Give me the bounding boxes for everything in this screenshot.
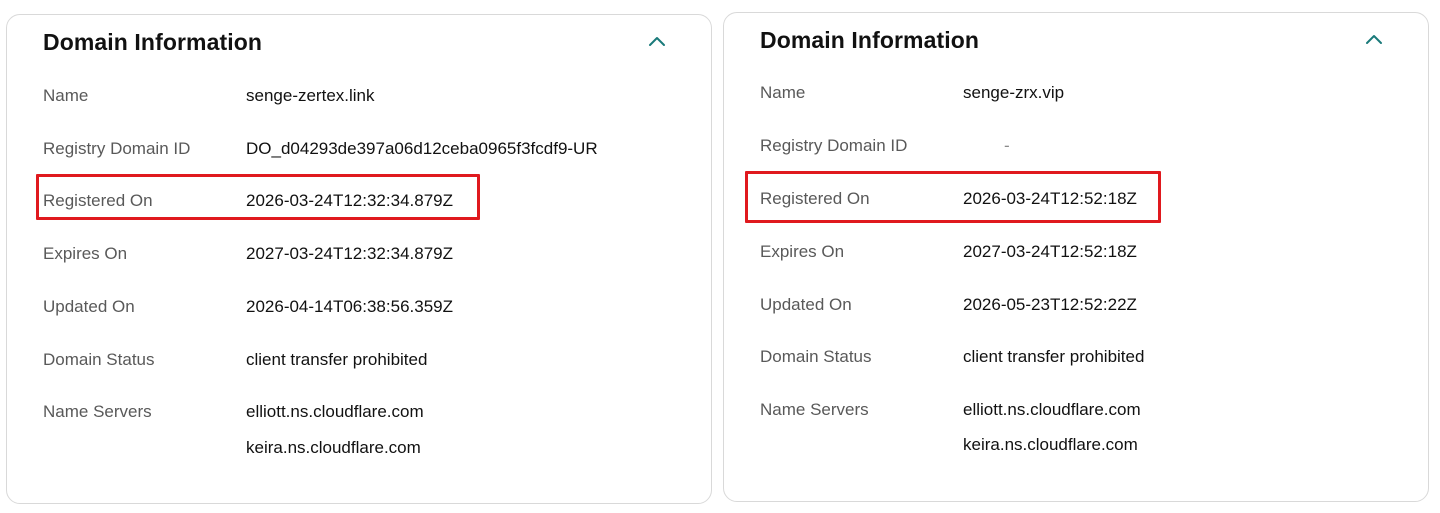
domain-info-card-left: Domain Information Name senge-zertex.lin… — [6, 14, 712, 504]
updated-on-label: Updated On — [43, 297, 135, 316]
card-title: Domain Information — [760, 27, 980, 53]
updated-on-label: Updated On — [760, 295, 852, 314]
name-server-2: keira.ns.cloudflare.com — [246, 438, 421, 457]
name-server-2: keira.ns.cloudflare.com — [963, 435, 1138, 454]
updated-on-value: 2026-05-23T12:52:22Z — [963, 295, 1137, 314]
registered-on-label: Registered On — [43, 191, 153, 210]
domain-status-label: Domain Status — [43, 350, 155, 369]
domain-status-value: client transfer prohibited — [963, 347, 1145, 366]
name-servers-label: Name Servers — [43, 402, 152, 421]
registry-domain-id-value: - — [1004, 136, 1010, 155]
registered-on-value: 2026-03-24T12:52:18Z — [963, 189, 1137, 208]
domain-status-value: client transfer prohibited — [246, 350, 428, 369]
registry-domain-id-value: DO_d04293de397a06d12ceba0965f3fcdf9-UR — [246, 139, 598, 158]
name-label: Name — [760, 83, 806, 102]
registry-domain-id-label: Registry Domain ID — [43, 139, 191, 158]
card-title: Domain Information — [43, 29, 263, 55]
collapse-button[interactable] — [1362, 29, 1386, 49]
registered-on-value: 2026-03-24T12:32:34.879Z — [246, 191, 453, 210]
domain-info-card-right: Domain Information Name senge-zrx.vip Re… — [723, 12, 1429, 502]
chevron-up-icon — [649, 37, 665, 46]
expires-on-value: 2027-03-24T12:32:34.879Z — [246, 244, 453, 263]
chevron-up-icon — [1366, 35, 1382, 44]
updated-on-value: 2026-04-14T06:38:56.359Z — [246, 297, 453, 316]
expires-on-value: 2027-03-24T12:52:18Z — [963, 242, 1137, 261]
domain-status-label: Domain Status — [760, 347, 872, 366]
comparison-view: Domain Information Name senge-zertex.lin… — [0, 0, 1440, 513]
name-label: Name — [43, 86, 89, 105]
name-servers-label: Name Servers — [760, 400, 869, 419]
collapse-button[interactable] — [645, 31, 669, 51]
registered-on-label: Registered On — [760, 189, 870, 208]
expires-on-label: Expires On — [43, 244, 128, 263]
expires-on-label: Expires On — [760, 242, 845, 261]
name-value: senge-zrx.vip — [963, 83, 1065, 102]
name-server-1: elliott.ns.cloudflare.com — [963, 400, 1141, 419]
registry-domain-id-label: Registry Domain ID — [760, 136, 908, 155]
name-server-1: elliott.ns.cloudflare.com — [246, 402, 424, 421]
name-value: senge-zertex.link — [246, 86, 375, 105]
